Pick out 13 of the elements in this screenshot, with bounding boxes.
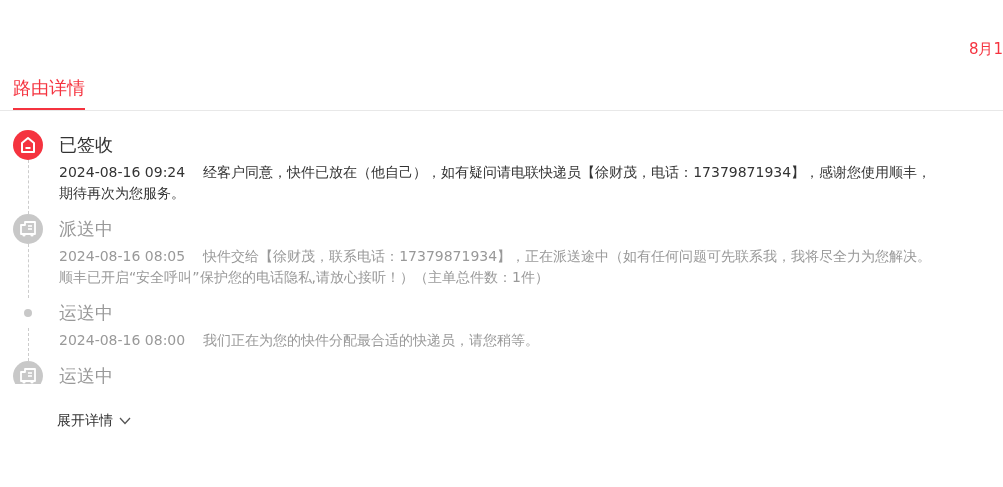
date-label: 8月1 — [968, 40, 1003, 59]
status-title: 派送中 — [59, 217, 114, 241]
chevron-down-icon — [119, 417, 131, 425]
event-description: 2024-08-16 08:05 快件交给【徐财茂，联系电话：17379871934】，正在派送途中（如有任何问题可先联系我，我将尽全力为您解决。顺丰已开启“安全呼叫”保护您的电话隐私,请放心接听！）（主单总件数：1件） — [59, 247, 933, 287]
house-icon — [13, 130, 43, 160]
status-title: 运送中 — [59, 301, 114, 325]
tab[interactable]: 路由详情 — [13, 76, 85, 110]
status-title: 已签收 — [59, 133, 114, 157]
timeline-dot — [24, 309, 32, 317]
status-title: 运送中 — [59, 364, 114, 384]
expand-details-link[interactable]: 展开详情 — [57, 412, 131, 430]
event-description: 2024-08-16 08:00 我们正在为您的快件分配最合适的快递员，请您稍等。 — [59, 331, 541, 350]
event-description: 2024-08-16 09:24 经客户同意，快件已放在（他自己），如有疑问请电联快递员【徐财茂，电话：17379871934】，感谢您使用顺丰，期待再次为您服务。 — [59, 163, 933, 203]
